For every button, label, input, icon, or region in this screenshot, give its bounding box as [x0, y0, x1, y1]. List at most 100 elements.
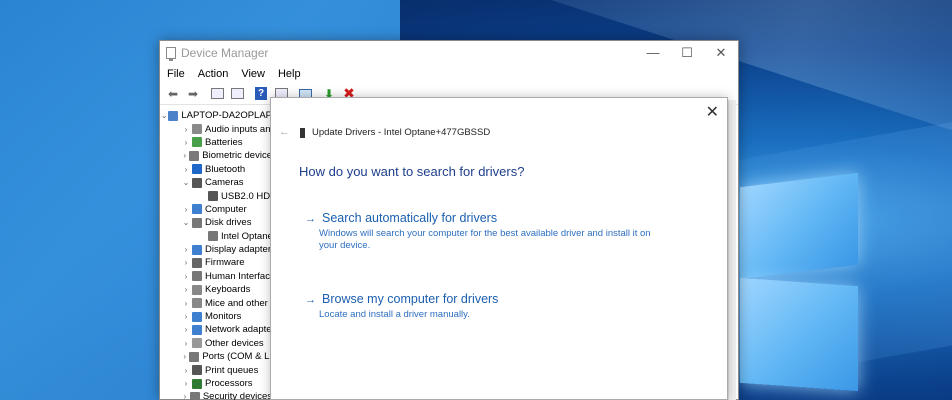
collapse-arrow-icon[interactable]: ⌄ — [160, 111, 168, 120]
tree-item[interactable]: › Batteries — [160, 136, 272, 149]
tree-item[interactable]: › Mice and other — [160, 296, 272, 309]
device-category-icon — [192, 271, 202, 282]
tree-item[interactable]: › Bluetooth — [160, 163, 272, 176]
expand-arrow-icon[interactable]: › — [180, 312, 192, 321]
tree-item-label: Audio inputs an — [205, 123, 271, 135]
tree-item[interactable]: › Other devices — [160, 337, 272, 350]
expand-arrow-icon[interactable]: › — [180, 272, 192, 281]
tree-item[interactable]: › Network adapte — [160, 323, 272, 336]
device-category-icon — [189, 351, 200, 362]
menu-file[interactable]: File — [167, 68, 185, 80]
window-title: Device Manager — [181, 46, 269, 60]
tree-item[interactable]: › Print queues — [160, 363, 272, 376]
maximize-button[interactable]: ☐ — [670, 45, 704, 61]
expand-arrow-icon[interactable]: › — [180, 392, 190, 400]
expand-arrow-icon[interactable]: ⌄ — [180, 218, 192, 227]
browse-computer-option[interactable]: → Browse my computer for drivers Locate … — [305, 292, 659, 321]
option-description: Windows will search your computer for th… — [319, 228, 651, 251]
tree-item[interactable]: ⌄ Cameras — [160, 176, 272, 189]
tree-item-label: Intel Optane — [221, 230, 272, 242]
expand-arrow-icon[interactable]: › — [180, 258, 192, 267]
minimize-button[interactable]: — — [636, 45, 670, 61]
option-title[interactable]: Search automatically for drivers — [322, 211, 497, 225]
device-category-icon — [189, 150, 200, 161]
expand-arrow-icon[interactable]: › — [180, 352, 189, 361]
option-title[interactable]: Browse my computer for drivers — [322, 292, 498, 306]
search-automatically-option[interactable]: → Search automatically for drivers Windo… — [305, 211, 659, 252]
device-tree: ⌄ LAPTOP-DA2OPLAP › Audio inputs an › Batte… — [160, 107, 272, 400]
expand-arrow-icon[interactable]: › — [180, 379, 192, 388]
computer-icon — [168, 110, 179, 121]
back-arrow-icon[interactable]: ⬅ — [163, 85, 183, 103]
tree-item-label: Security devices — [202, 391, 272, 400]
device-category-icon — [192, 124, 202, 135]
expand-arrow-icon[interactable]: › — [180, 125, 192, 134]
tree-item[interactable]: › Security devices — [160, 390, 272, 400]
expand-arrow-icon[interactable]: › — [180, 205, 192, 214]
tree-item-label: Monitors — [205, 311, 242, 323]
menu-help[interactable]: Help — [278, 68, 301, 80]
tree-root-label: LAPTOP-DA2OPLAP — [181, 110, 272, 122]
tree-item-label: Mice and other — [205, 297, 268, 309]
title-bar[interactable]: Device Manager — ☐ ✕ — [160, 41, 738, 65]
tree-item[interactable]: › Processors — [160, 377, 272, 390]
tree-item[interactable]: › Firmware — [160, 256, 272, 269]
tree-item[interactable]: › Biometric device — [160, 149, 272, 162]
drive-icon — [300, 127, 305, 138]
tree-item[interactable]: › Human Interfac — [160, 270, 272, 283]
expand-arrow-icon[interactable]: ⌄ — [180, 178, 192, 187]
device-category-icon — [192, 378, 202, 389]
device-manager-scrollbar[interactable] — [728, 100, 736, 400]
device-category-icon — [192, 324, 202, 335]
device-category-icon — [192, 338, 202, 349]
tree-item[interactable]: ⌄ Disk drives — [160, 216, 272, 229]
tree-item[interactable]: › Audio inputs an — [160, 122, 272, 135]
device-category-icon — [208, 231, 218, 242]
tree-item[interactable]: › Keyboards — [160, 283, 272, 296]
expand-arrow-icon[interactable]: › — [180, 165, 192, 174]
device-category-icon — [192, 257, 202, 268]
menu-view[interactable]: View — [241, 68, 265, 80]
expand-arrow-icon[interactable]: › — [180, 325, 192, 334]
tree-item-label: Batteries — [205, 136, 243, 148]
back-arrow-icon[interactable]: ← — [279, 126, 290, 138]
dialog-close-icon[interactable]: ✕ — [706, 102, 719, 122]
tree-item[interactable]: › Monitors — [160, 310, 272, 323]
tree-item[interactable]: › Ports (COM & LI — [160, 350, 272, 363]
expand-arrow-icon[interactable]: › — [180, 299, 192, 308]
help-icon[interactable]: ? — [251, 85, 271, 103]
tree-item-label: Network adapte — [205, 324, 272, 336]
tree-item[interactable]: Intel Optane — [160, 230, 272, 243]
close-button[interactable]: ✕ — [704, 45, 738, 61]
expand-arrow-icon[interactable]: › — [180, 151, 189, 160]
tree-item[interactable]: › Computer — [160, 203, 272, 216]
menu-action[interactable]: Action — [198, 68, 229, 80]
tree-item-label: Firmware — [205, 257, 245, 269]
expand-arrow-icon[interactable]: › — [180, 245, 192, 254]
tree-item[interactable]: USB2.0 HD U — [160, 189, 272, 202]
option-description: Locate and install a driver manually. — [319, 309, 470, 320]
device-category-icon — [208, 191, 218, 202]
dialog-header: Update Drivers - Intel Optane+477GBSSD — [300, 127, 490, 138]
tree-item-label: Ports (COM & LI — [202, 351, 272, 363]
window-controls: — ☐ ✕ — [636, 45, 738, 61]
windows-logo-pane — [740, 172, 858, 280]
properties-icon[interactable] — [227, 85, 247, 103]
show-hide-console-tree-icon[interactable] — [207, 85, 227, 103]
tree-item[interactable]: › Display adapter — [160, 243, 272, 256]
expand-arrow-icon[interactable]: › — [180, 138, 192, 147]
expand-arrow-icon[interactable]: › — [180, 366, 192, 375]
device-category-icon — [192, 164, 202, 175]
device-category-icon — [189, 391, 200, 400]
tree-item-label: Biometric device — [202, 150, 272, 162]
tree-item-label: Other devices — [205, 337, 264, 349]
expand-arrow-icon[interactable]: › — [180, 339, 192, 348]
tree-item-label: Print queues — [205, 364, 259, 376]
forward-arrow-icon[interactable]: ➡ — [183, 85, 203, 103]
right-arrow-icon: → — [305, 294, 316, 306]
tree-item-label: Human Interfac — [205, 270, 270, 282]
device-category-icon — [192, 284, 202, 295]
device-category-icon — [192, 244, 202, 255]
expand-arrow-icon[interactable]: › — [180, 285, 192, 294]
tree-root[interactable]: ⌄ LAPTOP-DA2OPLAP — [160, 109, 272, 122]
